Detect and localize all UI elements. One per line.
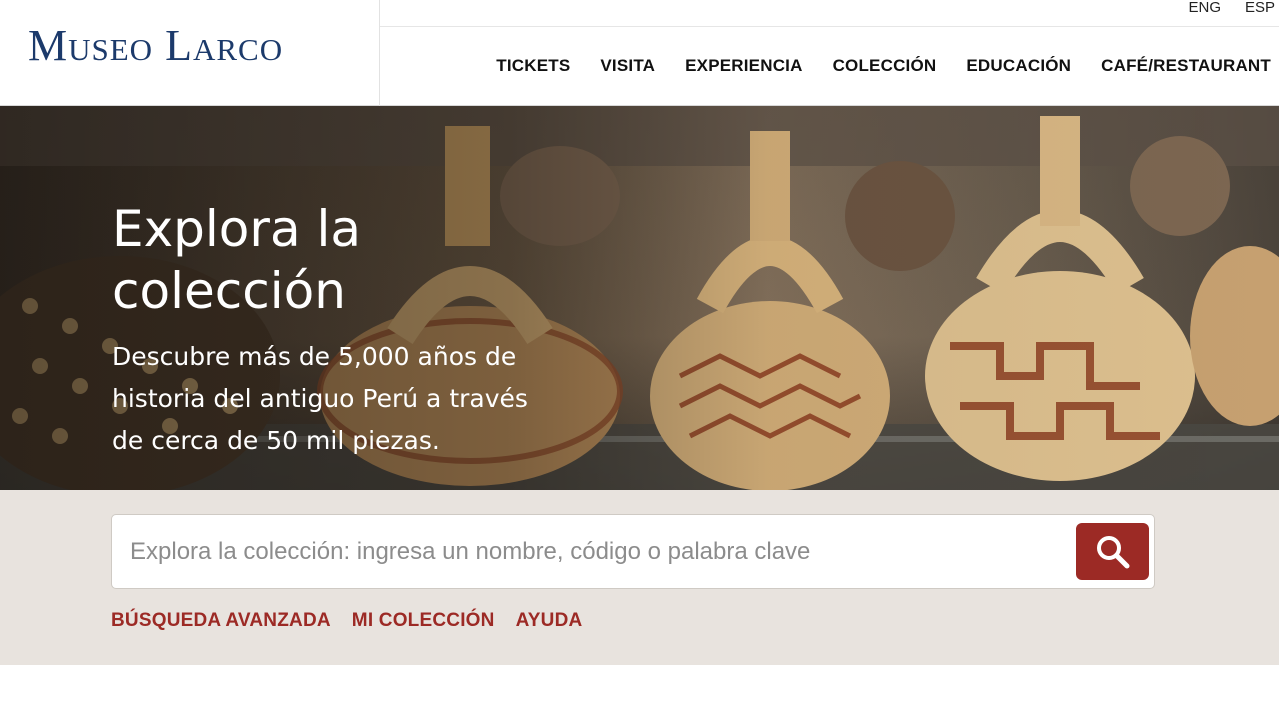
nav-tickets[interactable]: TICKETS: [496, 56, 570, 76]
search-section: BÚSQUEDA AVANZADA MI COLECCIÓN AYUDA: [0, 490, 1279, 665]
language-esp-link[interactable]: ESP: [1245, 0, 1275, 15]
hero-banner: Explora la colección Descubre más de 5,0…: [0, 106, 1279, 490]
logo-container: Museo Larco: [0, 0, 380, 106]
search-box: [111, 514, 1155, 589]
my-collection-link[interactable]: MI COLECCIÓN: [352, 610, 495, 632]
search-button[interactable]: [1076, 523, 1149, 580]
advanced-search-link[interactable]: BÚSQUEDA AVANZADA: [111, 610, 331, 632]
hero-subtitle: Descubre más de 5,000 años de historia d…: [112, 342, 528, 455]
collection-search-input[interactable]: [112, 515, 1072, 588]
search-icon: [1096, 535, 1129, 568]
nav-educacion[interactable]: EDUCACIÓN: [966, 56, 1071, 76]
nav-experiencia[interactable]: EXPERIENCIA: [685, 56, 802, 76]
search-links: BÚSQUEDA AVANZADA MI COLECCIÓN AYUDA: [111, 610, 582, 632]
hero-title: Explora la colección: [112, 200, 362, 320]
language-eng-link[interactable]: ENG: [1188, 0, 1221, 15]
main-nav: TICKETS VISITA EXPERIENCIA COLECCIÓN EDU…: [496, 56, 1271, 76]
site-header: Museo Larco ENG ESP TICKETS VISITA EXPER…: [0, 0, 1279, 106]
language-bar: ENG ESP: [380, 0, 1279, 27]
nav-visita[interactable]: VISITA: [600, 56, 655, 76]
museo-larco-logo[interactable]: Museo Larco: [28, 22, 283, 70]
help-link[interactable]: AYUDA: [516, 610, 583, 632]
nav-cafe-restaurant[interactable]: CAFÉ/RESTAURANT: [1101, 56, 1271, 76]
nav-coleccion[interactable]: COLECCIÓN: [833, 56, 937, 76]
